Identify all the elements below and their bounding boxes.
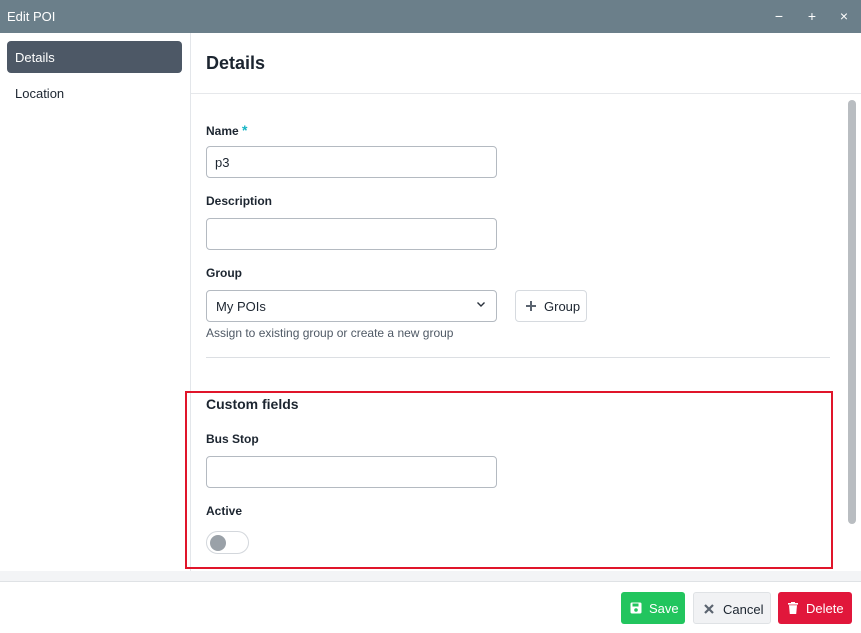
add-group-label: Group <box>544 299 581 314</box>
window-titlebar: Edit POI − + × <box>0 0 861 33</box>
header-divider <box>191 93 861 94</box>
description-label: Description <box>206 194 273 208</box>
description-input[interactable] <box>206 218 497 250</box>
section-divider <box>206 357 830 358</box>
details-panel: Details Name * Description Group My POIs… <box>191 33 861 571</box>
window-title: Edit POI <box>7 9 56 24</box>
footer-gap <box>0 571 861 581</box>
add-group-button[interactable]: Group <box>515 290 587 322</box>
name-input[interactable] <box>206 146 497 178</box>
active-toggle[interactable] <box>206 531 249 554</box>
sidebar: Details Location <box>0 33 191 571</box>
save-label: Save <box>649 601 679 616</box>
sidebar-item-label: Location <box>15 86 65 101</box>
delete-button[interactable]: Delete <box>778 592 852 624</box>
group-label: Group <box>206 266 242 280</box>
scrollbar-thumb[interactable] <box>848 100 856 524</box>
save-button[interactable]: Save <box>621 592 685 624</box>
group-select[interactable]: My POIs <box>206 290 497 322</box>
group-hint: Assign to existing group or create a new… <box>206 326 454 340</box>
plus-icon <box>526 301 536 311</box>
cancel-button[interactable]: Cancel <box>693 592 771 624</box>
floppy-disk-icon <box>630 602 642 614</box>
toggle-knob <box>210 535 226 551</box>
close-icon[interactable]: × <box>835 7 853 25</box>
sidebar-item-location[interactable]: Location <box>7 77 182 109</box>
page-title: Details <box>206 53 266 73</box>
custom-fields-title: Custom fields <box>206 396 299 412</box>
required-marker: * <box>242 122 248 138</box>
chevron-down-icon <box>477 302 485 307</box>
maximize-icon[interactable]: + <box>803 7 821 25</box>
delete-label: Delete <box>806 601 844 616</box>
cancel-label: Cancel <box>723 602 764 617</box>
sidebar-item-details[interactable]: Details <box>7 41 182 73</box>
name-label-text: Name <box>206 124 239 138</box>
bus-stop-label: Bus Stop <box>206 432 259 446</box>
active-label: Active <box>206 504 243 518</box>
close-icon <box>704 604 714 614</box>
footer-bar: Save Cancel Delete <box>0 581 861 633</box>
name-label: Name * <box>206 122 247 138</box>
minimize-icon[interactable]: − <box>770 7 788 25</box>
group-select-value: My POIs <box>216 299 266 314</box>
sidebar-item-label: Details <box>15 50 55 65</box>
bus-stop-input[interactable] <box>206 456 497 488</box>
trash-icon <box>788 602 798 614</box>
